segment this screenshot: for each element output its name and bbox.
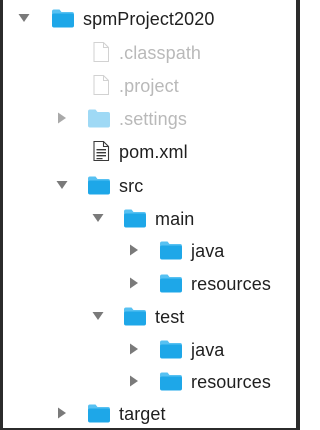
chevron-right-icon[interactable] xyxy=(55,111,69,125)
tree-item-label: .settings xyxy=(119,109,187,129)
chevron-down-icon[interactable] xyxy=(91,309,105,323)
folder-icon xyxy=(87,107,111,129)
folder-icon xyxy=(87,174,111,196)
tree-item-pom-xml[interactable]: pom.xml xyxy=(3,135,296,168)
folder-icon xyxy=(159,272,183,294)
folder-icon xyxy=(123,207,147,229)
tree-item-label: src xyxy=(119,176,144,196)
folder-icon xyxy=(159,338,183,360)
tree-item-label: resources xyxy=(191,274,271,294)
tree-item-label: main xyxy=(155,209,195,229)
tree-item-main-resources[interactable]: resources xyxy=(3,267,296,300)
tree-item-main-java[interactable]: java xyxy=(3,234,296,267)
tree-item-label: .project xyxy=(119,76,179,96)
tree-item-label: target xyxy=(119,404,166,424)
tree-item-label: java xyxy=(191,241,225,261)
xml-file-icon xyxy=(89,140,113,162)
tree-item-target[interactable]: target xyxy=(3,397,296,430)
tree-item-settings[interactable]: .settings xyxy=(3,102,296,135)
tree-item-main[interactable]: main xyxy=(3,202,296,235)
tree-item-test[interactable]: test xyxy=(3,300,296,333)
folder-icon xyxy=(51,7,75,29)
chevron-down-icon[interactable] xyxy=(91,211,105,225)
tree-item-label: pom.xml xyxy=(119,142,188,162)
tree-item-label: test xyxy=(155,307,185,327)
chevron-right-icon[interactable] xyxy=(55,406,69,420)
folder-icon xyxy=(87,402,111,424)
tree-item-classpath[interactable]: .classpath xyxy=(3,36,296,69)
file-icon xyxy=(89,41,113,63)
folder-icon xyxy=(159,239,183,261)
chevron-right-icon[interactable] xyxy=(127,342,141,356)
tree-item-label: resources xyxy=(191,372,271,392)
folder-icon xyxy=(123,305,147,327)
tree-item-spmproject2020[interactable]: spmProject2020 xyxy=(3,2,296,35)
tree-item-test-java[interactable]: java xyxy=(3,333,296,366)
chevron-down-icon[interactable] xyxy=(55,178,69,192)
file-icon xyxy=(89,74,113,96)
chevron-right-icon[interactable] xyxy=(127,276,141,290)
folder-icon xyxy=(159,370,183,392)
chevron-down-icon[interactable] xyxy=(17,11,31,25)
tree-item-project[interactable]: .project xyxy=(3,69,296,102)
tree-item-label: .classpath xyxy=(119,43,202,63)
tree-item-test-resources[interactable]: resources xyxy=(3,365,296,398)
tree-item-label: spmProject2020 xyxy=(83,9,215,29)
chevron-right-icon[interactable] xyxy=(127,374,141,388)
chevron-right-icon[interactable] xyxy=(127,243,141,257)
tree-item-label: java xyxy=(191,340,225,360)
tree-item-src[interactable]: src xyxy=(3,169,296,202)
